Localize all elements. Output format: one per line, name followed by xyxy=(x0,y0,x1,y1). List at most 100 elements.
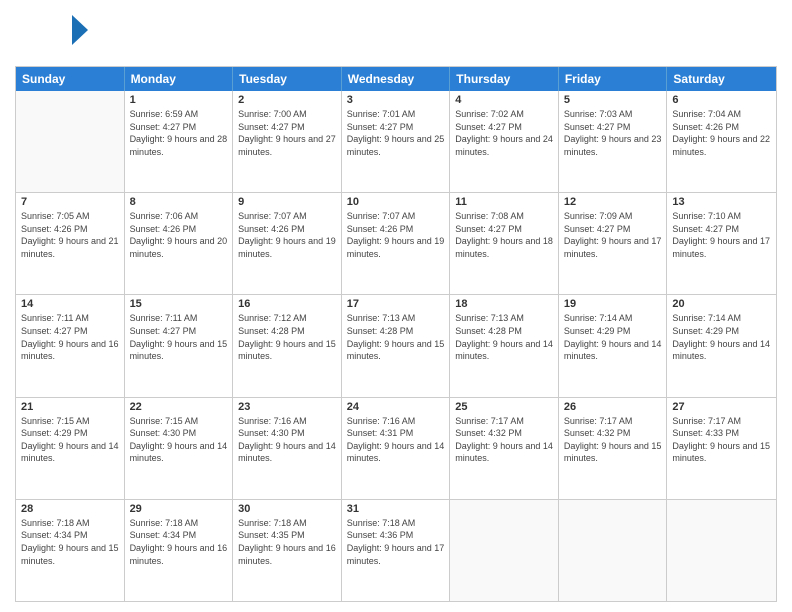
cell-info: Sunrise: 7:10 AM Sunset: 4:27 PM Dayligh… xyxy=(672,210,771,260)
sunrise-text: Sunrise: 7:18 AM xyxy=(347,518,416,528)
daylight-text: Daylight: 9 hours and 18 minutes. xyxy=(455,236,553,259)
calendar-cell: 29 Sunrise: 7:18 AM Sunset: 4:34 PM Dayl… xyxy=(125,500,234,601)
calendar-cell: 1 Sunrise: 6:59 AM Sunset: 4:27 PM Dayli… xyxy=(125,91,234,192)
sunset-text: Sunset: 4:27 PM xyxy=(455,122,522,132)
cell-info: Sunrise: 7:17 AM Sunset: 4:32 PM Dayligh… xyxy=(564,415,662,465)
calendar-cell: 27 Sunrise: 7:17 AM Sunset: 4:33 PM Dayl… xyxy=(667,398,776,499)
day-number: 28 xyxy=(21,503,119,515)
day-number: 1 xyxy=(130,94,228,106)
calendar-cell: 24 Sunrise: 7:16 AM Sunset: 4:31 PM Dayl… xyxy=(342,398,451,499)
daylight-text: Daylight: 9 hours and 14 minutes. xyxy=(238,441,336,464)
sunset-text: Sunset: 4:27 PM xyxy=(455,224,522,234)
cell-info: Sunrise: 7:03 AM Sunset: 4:27 PM Dayligh… xyxy=(564,108,662,158)
sunset-text: Sunset: 4:32 PM xyxy=(564,428,631,438)
daylight-text: Daylight: 9 hours and 16 minutes. xyxy=(130,543,228,566)
calendar-cell: 19 Sunrise: 7:14 AM Sunset: 4:29 PM Dayl… xyxy=(559,295,668,396)
cell-info: Sunrise: 7:18 AM Sunset: 4:36 PM Dayligh… xyxy=(347,517,445,567)
logo-arrow-icon xyxy=(70,10,90,50)
calendar-cell: 13 Sunrise: 7:10 AM Sunset: 4:27 PM Dayl… xyxy=(667,193,776,294)
day-number: 24 xyxy=(347,401,445,413)
daylight-text: Daylight: 9 hours and 22 minutes. xyxy=(672,134,770,157)
sunrise-text: Sunrise: 7:16 AM xyxy=(347,416,416,426)
header-sunday: Sunday xyxy=(16,67,125,91)
header-monday: Monday xyxy=(125,67,234,91)
sunrise-text: Sunrise: 7:17 AM xyxy=(564,416,633,426)
cell-info: Sunrise: 7:09 AM Sunset: 4:27 PM Dayligh… xyxy=(564,210,662,260)
day-number: 10 xyxy=(347,196,445,208)
sunset-text: Sunset: 4:26 PM xyxy=(130,224,197,234)
daylight-text: Daylight: 9 hours and 16 minutes. xyxy=(21,339,119,362)
daylight-text: Daylight: 9 hours and 24 minutes. xyxy=(455,134,553,157)
calendar-cell: 15 Sunrise: 7:11 AM Sunset: 4:27 PM Dayl… xyxy=(125,295,234,396)
day-number: 4 xyxy=(455,94,553,106)
daylight-text: Daylight: 9 hours and 20 minutes. xyxy=(130,236,228,259)
calendar-week-5: 28 Sunrise: 7:18 AM Sunset: 4:34 PM Dayl… xyxy=(16,500,776,601)
calendar-body: 1 Sunrise: 6:59 AM Sunset: 4:27 PM Dayli… xyxy=(16,91,776,601)
sunset-text: Sunset: 4:28 PM xyxy=(238,326,305,336)
daylight-text: Daylight: 9 hours and 15 minutes. xyxy=(238,339,336,362)
day-number: 22 xyxy=(130,401,228,413)
day-number: 13 xyxy=(672,196,771,208)
header xyxy=(15,10,777,60)
sunrise-text: Sunrise: 7:13 AM xyxy=(347,313,416,323)
header-saturday: Saturday xyxy=(667,67,776,91)
daylight-text: Daylight: 9 hours and 14 minutes. xyxy=(455,339,553,362)
cell-info: Sunrise: 7:04 AM Sunset: 4:26 PM Dayligh… xyxy=(672,108,771,158)
daylight-text: Daylight: 9 hours and 15 minutes. xyxy=(672,441,770,464)
sunrise-text: Sunrise: 7:11 AM xyxy=(130,313,198,323)
day-number: 19 xyxy=(564,298,662,310)
header-tuesday: Tuesday xyxy=(233,67,342,91)
calendar-cell: 25 Sunrise: 7:17 AM Sunset: 4:32 PM Dayl… xyxy=(450,398,559,499)
sunset-text: Sunset: 4:26 PM xyxy=(238,224,305,234)
cell-info: Sunrise: 7:02 AM Sunset: 4:27 PM Dayligh… xyxy=(455,108,553,158)
sunset-text: Sunset: 4:26 PM xyxy=(672,122,739,132)
header-friday: Friday xyxy=(559,67,668,91)
calendar-cell: 18 Sunrise: 7:13 AM Sunset: 4:28 PM Dayl… xyxy=(450,295,559,396)
cell-info: Sunrise: 7:18 AM Sunset: 4:34 PM Dayligh… xyxy=(130,517,228,567)
cell-info: Sunrise: 7:11 AM Sunset: 4:27 PM Dayligh… xyxy=(21,312,119,362)
sunrise-text: Sunrise: 7:18 AM xyxy=(21,518,90,528)
day-number: 7 xyxy=(21,196,119,208)
cell-info: Sunrise: 7:13 AM Sunset: 4:28 PM Dayligh… xyxy=(347,312,445,362)
sunset-text: Sunset: 4:31 PM xyxy=(347,428,414,438)
calendar: Sunday Monday Tuesday Wednesday Thursday… xyxy=(15,66,777,602)
calendar-cell: 26 Sunrise: 7:17 AM Sunset: 4:32 PM Dayl… xyxy=(559,398,668,499)
cell-info: Sunrise: 7:12 AM Sunset: 4:28 PM Dayligh… xyxy=(238,312,336,362)
daylight-text: Daylight: 9 hours and 27 minutes. xyxy=(238,134,336,157)
calendar-cell: 31 Sunrise: 7:18 AM Sunset: 4:36 PM Dayl… xyxy=(342,500,451,601)
sunset-text: Sunset: 4:26 PM xyxy=(347,224,414,234)
sunset-text: Sunset: 4:27 PM xyxy=(672,224,739,234)
day-number: 23 xyxy=(238,401,336,413)
header-thursday: Thursday xyxy=(450,67,559,91)
cell-info: Sunrise: 7:16 AM Sunset: 4:30 PM Dayligh… xyxy=(238,415,336,465)
daylight-text: Daylight: 9 hours and 14 minutes. xyxy=(21,441,119,464)
cell-info: Sunrise: 7:15 AM Sunset: 4:30 PM Dayligh… xyxy=(130,415,228,465)
calendar-cell: 14 Sunrise: 7:11 AM Sunset: 4:27 PM Dayl… xyxy=(16,295,125,396)
sunset-text: Sunset: 4:35 PM xyxy=(238,530,305,540)
cell-info: Sunrise: 7:01 AM Sunset: 4:27 PM Dayligh… xyxy=(347,108,445,158)
sunset-text: Sunset: 4:34 PM xyxy=(130,530,197,540)
sunrise-text: Sunrise: 7:11 AM xyxy=(21,313,89,323)
sunset-text: Sunset: 4:36 PM xyxy=(347,530,414,540)
daylight-text: Daylight: 9 hours and 25 minutes. xyxy=(347,134,445,157)
sunset-text: Sunset: 4:28 PM xyxy=(455,326,522,336)
sunset-text: Sunset: 4:27 PM xyxy=(21,326,88,336)
calendar-week-4: 21 Sunrise: 7:15 AM Sunset: 4:29 PM Dayl… xyxy=(16,398,776,500)
cell-info: Sunrise: 7:16 AM Sunset: 4:31 PM Dayligh… xyxy=(347,415,445,465)
calendar-week-2: 7 Sunrise: 7:05 AM Sunset: 4:26 PM Dayli… xyxy=(16,193,776,295)
day-number: 3 xyxy=(347,94,445,106)
sunrise-text: Sunrise: 7:09 AM xyxy=(564,211,633,221)
sunrise-text: Sunrise: 7:02 AM xyxy=(455,109,524,119)
sunrise-text: Sunrise: 7:18 AM xyxy=(130,518,199,528)
daylight-text: Daylight: 9 hours and 16 minutes. xyxy=(238,543,336,566)
day-number: 9 xyxy=(238,196,336,208)
sunset-text: Sunset: 4:27 PM xyxy=(130,122,197,132)
sunrise-text: Sunrise: 7:14 AM xyxy=(672,313,741,323)
day-number: 31 xyxy=(347,503,445,515)
cell-info: Sunrise: 7:06 AM Sunset: 4:26 PM Dayligh… xyxy=(130,210,228,260)
sunset-text: Sunset: 4:26 PM xyxy=(21,224,88,234)
sunrise-text: Sunrise: 7:04 AM xyxy=(672,109,741,119)
calendar-cell: 28 Sunrise: 7:18 AM Sunset: 4:34 PM Dayl… xyxy=(16,500,125,601)
day-number: 27 xyxy=(672,401,771,413)
day-number: 17 xyxy=(347,298,445,310)
